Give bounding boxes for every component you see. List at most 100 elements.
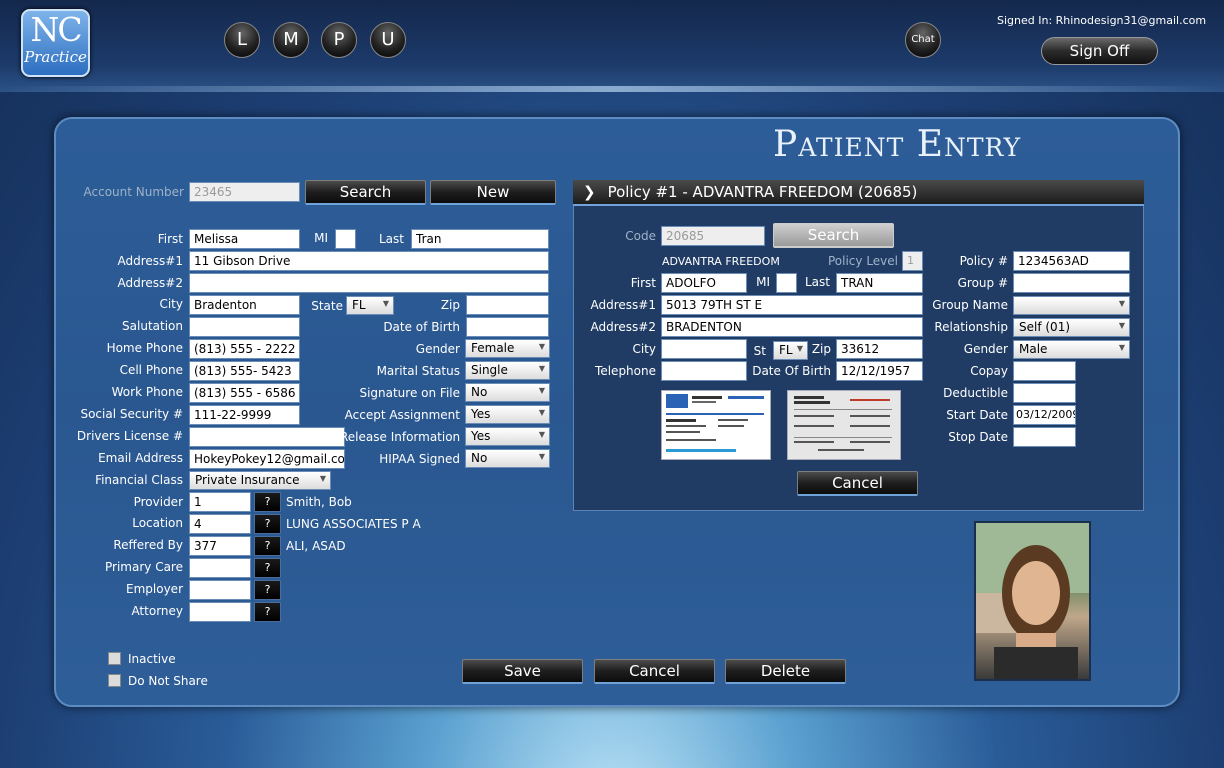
nav-p-button[interactable]: P — [321, 22, 357, 58]
nav-u-button[interactable]: U — [370, 22, 406, 58]
copay-input[interactable] — [1013, 361, 1076, 381]
nav-m-button[interactable]: M — [273, 22, 309, 58]
hipaa-value: No — [471, 451, 488, 465]
policy-first-input[interactable]: ADOLFO — [661, 273, 747, 293]
stop-date-input[interactable] — [1013, 427, 1076, 447]
financial-class-value: Private Insurance — [195, 473, 300, 487]
zip-input[interactable] — [466, 295, 549, 315]
relationship-label: Relationship — [934, 320, 1008, 334]
employer-input[interactable] — [189, 580, 251, 600]
chat-button[interactable]: Chat — [905, 22, 941, 58]
primary-care-lookup-button[interactable]: ? — [254, 558, 281, 578]
release-info-select[interactable]: Yes ▼ — [465, 427, 550, 446]
employer-lookup-button[interactable]: ? — [254, 580, 281, 600]
policy-level-input[interactable]: 1 — [902, 251, 923, 271]
referred-by-input[interactable]: 377 — [189, 536, 251, 556]
dob-label: Date of Birth — [383, 320, 460, 334]
patient-photo[interactable] — [974, 521, 1091, 681]
referred-lookup-button[interactable]: ? — [254, 536, 281, 556]
signature-select[interactable]: No ▼ — [465, 383, 550, 402]
telephone-input[interactable] — [661, 361, 747, 381]
policy-city-input[interactable] — [661, 339, 747, 359]
account-number-input[interactable]: 23465 — [189, 182, 300, 202]
gender-select[interactable]: Female ▼ — [465, 339, 550, 358]
ssn-input[interactable]: 111-22-9999 — [189, 405, 300, 425]
do-not-share-checkbox[interactable] — [108, 674, 121, 687]
deductible-input[interactable] — [1013, 383, 1076, 403]
insurance-card-front[interactable] — [661, 390, 771, 460]
policy-address2-input[interactable]: BRADENTON — [661, 317, 923, 337]
policy-cancel-button[interactable]: Cancel — [797, 471, 918, 496]
start-date-input[interactable]: 03/12/2009 — [1013, 405, 1076, 425]
chevron-down-icon: ▼ — [796, 344, 803, 353]
ssn-label: Social Security # — [80, 407, 183, 421]
last-name-input[interactable]: Tran — [411, 229, 549, 249]
policy-mi-label: MI — [756, 275, 770, 289]
policy-dob-input[interactable]: 12/12/1957 — [836, 361, 923, 381]
policy-header-text: Policy #1 - ADVANTRA FREEDOM (20685) — [607, 183, 918, 201]
policy-zip-input[interactable]: 33612 — [836, 339, 923, 359]
cell-phone-label: Cell Phone — [119, 363, 183, 377]
location-lookup-button[interactable]: ? — [254, 514, 281, 534]
signed-in-text: Signed In: Rhinodesign31@gmail.com — [997, 14, 1207, 27]
cell-phone-input[interactable]: (813) 555- 5423 — [189, 361, 300, 381]
provider-name: Smith, Bob — [286, 495, 352, 509]
provider-lookup-button[interactable]: ? — [254, 492, 281, 512]
policy-number-input[interactable]: 1234563AD — [1013, 251, 1130, 271]
policy-address1-label: Address#1 — [590, 298, 656, 312]
policy-st-select[interactable]: FL ▼ — [773, 341, 808, 360]
policy-search-button[interactable]: Search — [773, 223, 894, 248]
policy-gender-select[interactable]: Male ▼ — [1013, 340, 1130, 359]
save-button[interactable]: Save — [462, 659, 583, 684]
policy-st-label: St — [753, 344, 766, 358]
start-date-label: Start Date — [946, 408, 1008, 422]
policy-header[interactable]: ❯ Policy #1 - ADVANTRA FREEDOM (20685) — [573, 180, 1144, 206]
city-input[interactable]: Bradenton — [189, 295, 300, 315]
relationship-select[interactable]: Self (01) ▼ — [1013, 318, 1130, 337]
app-logo[interactable]: NC Practice — [21, 9, 90, 77]
address1-input[interactable]: 11 Gibson Drive — [189, 251, 549, 271]
group-name-label: Group Name — [932, 298, 1008, 312]
address2-input[interactable] — [189, 273, 549, 293]
dob-input[interactable] — [466, 317, 549, 337]
attorney-input[interactable] — [189, 602, 251, 622]
salutation-input[interactable] — [189, 317, 300, 337]
policy-address1-input[interactable]: 5013 79TH ST E — [661, 295, 923, 315]
chevron-down-icon: ▼ — [538, 342, 545, 351]
group-number-input[interactable] — [1013, 273, 1130, 293]
state-select[interactable]: FL ▼ — [346, 296, 394, 315]
code-input[interactable]: 20685 — [661, 226, 765, 246]
cancel-button[interactable]: Cancel — [594, 659, 715, 684]
chevron-down-icon: ▼ — [538, 452, 545, 461]
patient-photo-image — [976, 523, 1089, 679]
provider-input[interactable]: 1 — [189, 492, 251, 512]
attorney-lookup-button[interactable]: ? — [254, 602, 281, 622]
drivers-license-input[interactable] — [189, 427, 345, 447]
inactive-checkbox[interactable] — [108, 652, 121, 665]
chevron-down-icon: ▼ — [382, 299, 389, 308]
financial-class-select[interactable]: Private Insurance ▼ — [189, 471, 331, 490]
group-name-select[interactable]: ▼ — [1013, 296, 1130, 315]
marital-status-select[interactable]: Single ▼ — [465, 361, 550, 380]
work-phone-input[interactable]: (813) 555 - 6586 — [189, 383, 300, 403]
account-search-button[interactable]: Search — [305, 180, 426, 205]
home-phone-input[interactable]: (813) 555 - 2222 — [189, 339, 300, 359]
delete-button[interactable]: Delete — [725, 659, 846, 684]
email-input[interactable]: HokeyPokey12@gmail.com — [189, 449, 345, 469]
mi-input[interactable] — [335, 229, 356, 249]
accept-assignment-select[interactable]: Yes ▼ — [465, 405, 550, 424]
telephone-label: Telephone — [595, 364, 656, 378]
nav-l-button[interactable]: L — [224, 22, 260, 58]
policy-last-input[interactable]: TRAN — [836, 273, 923, 293]
signature-label: Signature on File — [359, 386, 460, 400]
sign-off-button[interactable]: Sign Off — [1041, 37, 1158, 65]
referred-name: ALI, ASAD — [286, 539, 346, 553]
location-input[interactable]: 4 — [189, 514, 251, 534]
new-button[interactable]: New — [430, 180, 556, 205]
primary-care-input[interactable] — [189, 558, 251, 578]
state-value: FL — [352, 298, 366, 312]
first-name-input[interactable]: Melissa — [189, 229, 300, 249]
hipaa-select[interactable]: No ▼ — [465, 449, 550, 468]
insurance-card-back[interactable] — [787, 390, 901, 460]
policy-mi-input[interactable] — [776, 273, 797, 293]
